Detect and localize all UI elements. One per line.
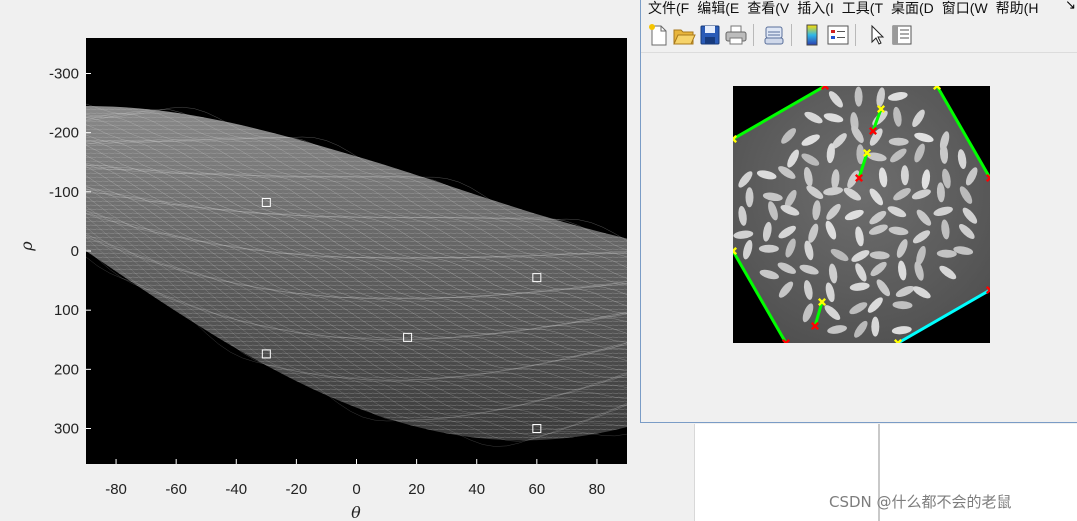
x-tick-label: -40	[225, 481, 247, 498]
y-tick-label: -100	[49, 184, 79, 201]
figure-canvas	[641, 53, 1077, 422]
y-tick-label: 0	[71, 243, 79, 260]
menu-insert[interactable]: 插入(I	[797, 1, 834, 15]
x-tick-label: 40	[468, 481, 485, 498]
colorbar-icon[interactable]	[799, 22, 825, 48]
hough-transform-plot: -80 -60 -40 -20 0 20 40 60 80 -300-200-100010020…	[17, 38, 628, 521]
y-axis-ticks: -300 -200 -100 0 100 200 300	[49, 66, 91, 438]
save-icon[interactable]	[697, 22, 723, 48]
y-tick-label: 200	[54, 361, 79, 378]
x-axis-ticks: -80 -60 -40 -20 0 20 40 60 80	[105, 459, 605, 498]
y-axis-label: ρ	[17, 241, 36, 252]
menu-edit[interactable]: 编辑(E	[697, 1, 739, 15]
menu-view[interactable]: 查看(V	[747, 1, 789, 15]
x-tick-label: 60	[528, 481, 545, 498]
x-tick-label: -80	[105, 481, 127, 498]
menu-window[interactable]: 窗口(W	[942, 1, 988, 15]
property-inspector-icon[interactable]	[889, 22, 915, 48]
pointer-icon[interactable]	[863, 22, 889, 48]
toolbar-separator	[855, 24, 856, 46]
menu-desktop[interactable]: 桌面(D	[891, 1, 934, 15]
y-tick-label: 300	[54, 421, 79, 438]
x-tick-label: 0	[352, 481, 360, 498]
rice-grain	[758, 244, 779, 253]
toolbar-separator	[753, 24, 754, 46]
toolbar-separator	[791, 24, 792, 46]
new-figure-icon[interactable]	[645, 22, 671, 48]
y-tick-label: -300	[49, 66, 79, 83]
x-tick-label: -60	[165, 481, 187, 498]
menu-help[interactable]: 帮助(H	[996, 1, 1039, 15]
link-icon[interactable]	[761, 22, 787, 48]
menu-overflow-icon[interactable]: ↘	[1065, 0, 1076, 13]
menu-tools[interactable]: 工具(T	[842, 1, 883, 15]
rice-grain	[745, 187, 754, 208]
toolbar	[641, 18, 1077, 53]
figure-window[interactable]: 文件(F 编辑(E 查看(V 插入(I 工具(T 桌面(D 窗口(W 帮助(H ↘	[640, 0, 1077, 423]
legend-icon[interactable]	[825, 22, 851, 48]
rice-grain	[871, 316, 880, 337]
watermark: CSDN @什么都不会的老鼠	[829, 493, 1012, 511]
x-tick-label: 20	[408, 481, 425, 498]
x-axis-label: θ	[351, 503, 361, 521]
hough-transform-figure: -80 -60 -40 -20 0 20 40 60 80 -300 -200 -100 0 100 20…	[0, 0, 694, 521]
menu-file[interactable]: 文件(F	[648, 1, 689, 15]
print-icon[interactable]	[723, 22, 749, 48]
open-file-icon[interactable]	[671, 22, 697, 48]
menu-bar: 文件(F 编辑(E 查看(V 插入(I 工具(T 桌面(D 窗口(W 帮助(H ↘	[641, 0, 1077, 16]
detected-lines-image	[733, 86, 990, 343]
x-tick-label: 80	[589, 481, 606, 498]
y-tick-label: -200	[49, 125, 79, 142]
y-tick-label: 100	[54, 302, 79, 319]
x-tick-label: -20	[286, 481, 308, 498]
